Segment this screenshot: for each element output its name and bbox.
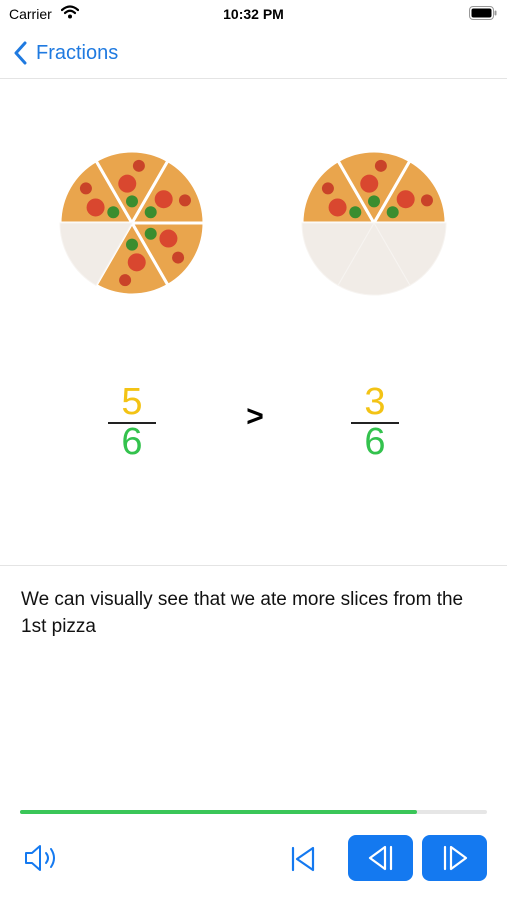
- topping: [386, 206, 399, 219]
- back-button-label: Fractions: [36, 41, 119, 64]
- step-back-icon: [368, 845, 392, 871]
- fraction-right: 3 6: [345, 381, 405, 463]
- pizza-slices: [301, 150, 447, 296]
- lesson-progress-bar: [20, 810, 487, 814]
- lesson-progress-fill: [20, 810, 417, 814]
- clock: 10:32 PM: [223, 6, 284, 22]
- denominator: 6: [364, 421, 386, 463]
- topping: [132, 159, 145, 172]
- topping: [154, 190, 173, 209]
- comparison-operator: >: [246, 400, 264, 433]
- topping: [159, 229, 178, 248]
- next-step-button[interactable]: [422, 835, 487, 881]
- topping: [368, 195, 380, 208]
- topping: [172, 251, 185, 264]
- numerator: 5: [121, 381, 143, 423]
- topping: [126, 238, 138, 251]
- topping: [86, 198, 105, 217]
- topping: [118, 174, 137, 193]
- topping: [420, 194, 433, 207]
- topping: [360, 174, 379, 193]
- topping: [144, 227, 157, 240]
- numerator: 3: [364, 381, 386, 423]
- fraction-left: 5 6: [102, 381, 162, 463]
- battery-icon: [469, 6, 497, 20]
- pizza-left: [59, 150, 205, 296]
- chevron-left-icon: [14, 41, 27, 65]
- status-bar: Carrier 10:32 PM: [0, 0, 507, 28]
- topping: [374, 159, 387, 172]
- topping: [126, 195, 138, 208]
- pizza-right: [301, 150, 447, 296]
- speaker-icon: [25, 845, 55, 871]
- restart-button[interactable]: [287, 843, 319, 875]
- pizza-slices: [59, 150, 205, 296]
- skip-to-start-icon: [291, 846, 315, 872]
- topping: [119, 274, 132, 287]
- step-forward-icon: [443, 845, 467, 871]
- explanation-text: We can visually see that we ate more sli…: [21, 589, 464, 637]
- denominator: 6: [121, 421, 143, 463]
- back-button[interactable]: Fractions: [14, 39, 118, 67]
- topping: [79, 182, 92, 195]
- sound-button[interactable]: [22, 842, 60, 874]
- topping: [144, 206, 157, 219]
- previous-step-button[interactable]: [348, 835, 413, 881]
- topping: [178, 194, 191, 207]
- topping: [107, 206, 120, 219]
- topping: [328, 198, 347, 217]
- navigation-bar: Fractions: [0, 28, 507, 79]
- topping: [321, 182, 334, 195]
- topping: [127, 253, 146, 272]
- divider: [0, 565, 507, 566]
- topping: [349, 206, 362, 219]
- topping: [396, 190, 415, 209]
